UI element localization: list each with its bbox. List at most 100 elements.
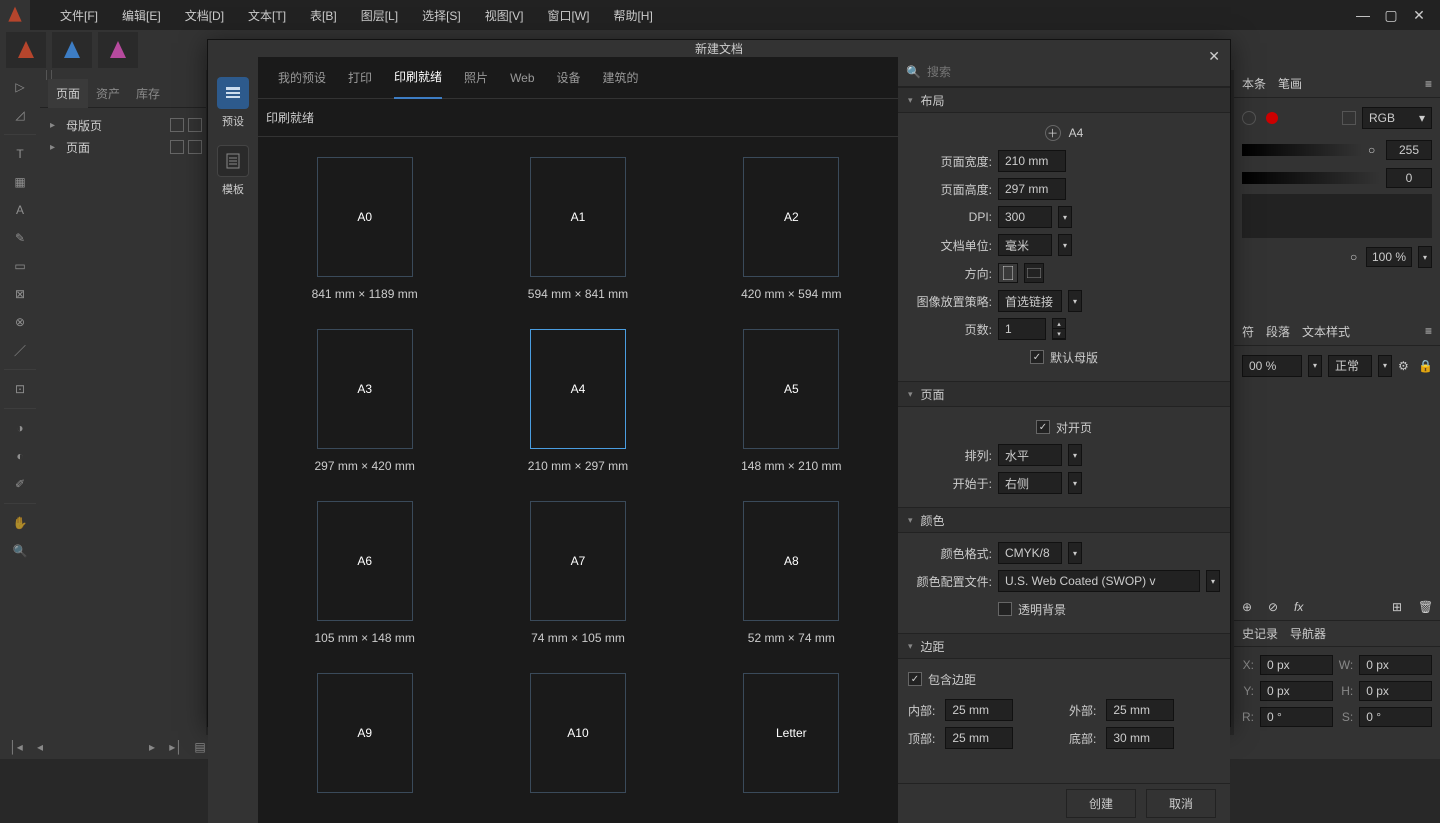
include-margins-checkbox[interactable] <box>908 672 922 686</box>
s-field[interactable]: 0 ° <box>1359 707 1432 727</box>
fx-icon[interactable]: fx <box>1294 600 1308 614</box>
tab-navigator[interactable]: 导航器 <box>1290 625 1326 642</box>
menu-edit[interactable]: 编辑[E] <box>110 1 173 30</box>
node-tool-icon[interactable]: ◿ <box>4 102 36 128</box>
artistic-text-tool-icon[interactable]: A <box>4 197 36 223</box>
section-margins[interactable]: ▾边距 <box>898 633 1230 659</box>
alpha-slider[interactable] <box>1242 144 1362 156</box>
alpha-value[interactable]: 255 <box>1386 140 1432 160</box>
menu-window[interactable]: 窗口[W] <box>535 1 601 30</box>
tab-my-presets[interactable]: 我的预设 <box>278 57 326 98</box>
menu-text[interactable]: 文本[T] <box>236 1 298 30</box>
y-field[interactable]: 0 px <box>1260 681 1333 701</box>
preset-a0[interactable]: A0841 mm × 1189 mm <box>312 157 418 301</box>
cancel-button[interactable]: 取消 <box>1146 789 1216 818</box>
preset-a5[interactable]: A5148 mm × 210 mm <box>741 329 841 473</box>
persona-photo-icon[interactable] <box>98 32 138 68</box>
tab-history[interactable]: 史记录 <box>1242 625 1278 642</box>
tab-assets[interactable]: 资产 <box>88 79 128 108</box>
gear-icon[interactable]: ⚙ <box>1398 359 1412 373</box>
orientation-landscape[interactable] <box>1024 263 1044 283</box>
add-icon[interactable]: ⊞ <box>1392 600 1406 614</box>
fill-tool-icon[interactable]: ◑ <box>4 415 36 441</box>
transparent-bg-checkbox[interactable] <box>998 602 1012 616</box>
prev-page-icon[interactable]: ◂ <box>32 739 48 755</box>
menu-icon[interactable]: ≡ <box>1425 324 1432 338</box>
preset-a4[interactable]: A4210 mm × 297 mm <box>528 329 628 473</box>
x-field[interactable]: 0 px <box>1260 655 1333 675</box>
color-mode-select[interactable]: RGB▾ <box>1362 107 1432 129</box>
opacity-value[interactable]: 100 % <box>1366 247 1412 267</box>
add-preset-button[interactable]: ＋A4 <box>908 119 1220 147</box>
spinner-icon[interactable]: ▴▾ <box>1052 318 1066 340</box>
link-icon[interactable]: ⊘ <box>1268 600 1282 614</box>
first-page-icon[interactable]: │◂ <box>8 739 24 755</box>
last-page-icon[interactable]: ▸│ <box>168 739 184 755</box>
tab-web[interactable]: Web <box>510 59 534 97</box>
blend-select[interactable]: 正常 <box>1328 355 1372 377</box>
preset-letter[interactable]: Letter <box>743 673 839 803</box>
line-tool-icon[interactable]: ／ <box>4 337 36 363</box>
preset-a3[interactable]: A3297 mm × 420 mm <box>314 329 414 473</box>
tree-master-pages[interactable]: ▸ 母版页 <box>44 114 202 136</box>
tab-devices[interactable]: 设备 <box>557 57 581 98</box>
sidebar-presets[interactable]: 预设 <box>217 77 249 129</box>
crop-tool-icon[interactable]: ⊡ <box>4 376 36 402</box>
tab-print[interactable]: 打印 <box>348 57 372 98</box>
dpi-field[interactable]: 300 <box>998 206 1052 228</box>
preset-a10[interactable]: A10 <box>530 673 626 803</box>
image-placement-select[interactable]: 首选链接 <box>998 290 1062 312</box>
page-height-field[interactable]: 297 mm <box>998 178 1066 200</box>
preset-a9[interactable]: A9 <box>317 673 413 803</box>
tab-stroke[interactable]: 笔画 <box>1278 75 1302 92</box>
picture-frame-tool-icon[interactable]: ⊠ <box>4 281 36 307</box>
close-icon[interactable]: ✕ <box>1208 48 1220 65</box>
menu-table[interactable]: 表[B] <box>298 1 349 30</box>
pen-tool-icon[interactable]: ✎ <box>4 225 36 251</box>
tab-stock[interactable]: 库存 <box>128 79 168 108</box>
page-width-field[interactable]: 210 mm <box>998 150 1066 172</box>
preset-a7[interactable]: A774 mm × 105 mm <box>530 501 626 645</box>
zoom-tool-icon[interactable]: 🔍 <box>4 538 36 564</box>
value[interactable]: 0 <box>1386 168 1432 188</box>
facing-pages-checkbox[interactable] <box>1036 420 1050 434</box>
margin-top-field[interactable]: 25 mm <box>945 727 1013 749</box>
tab-color[interactable]: 本条 <box>1242 75 1266 92</box>
menu-help[interactable]: 帮助[H] <box>601 1 664 30</box>
picker-icon[interactable] <box>1242 111 1256 125</box>
preset-a2[interactable]: A2420 mm × 594 mm <box>741 157 841 301</box>
r-field[interactable]: 0 ° <box>1260 707 1333 727</box>
menu-layer[interactable]: 图层[L] <box>349 1 410 30</box>
tab-pages[interactable]: 页面 <box>48 79 88 108</box>
next-page-icon[interactable]: ▸ <box>144 739 160 755</box>
margin-outer-field[interactable]: 25 mm <box>1106 699 1174 721</box>
maximize-icon[interactable]: ▢ <box>1384 8 1398 22</box>
page-layout-icon[interactable]: ▤ <box>192 739 208 755</box>
preset-a8[interactable]: A852 mm × 74 mm <box>743 501 839 645</box>
dropdown-icon[interactable]: ▾ <box>1068 290 1082 312</box>
page-count-field[interactable]: 1 <box>998 318 1046 340</box>
margin-bottom-field[interactable]: 30 mm <box>1106 727 1174 749</box>
tab-character[interactable]: 符 <box>1242 323 1254 340</box>
default-master-checkbox[interactable] <box>1030 350 1044 364</box>
menu-document[interactable]: 文档[D] <box>173 1 236 30</box>
section-layout[interactable]: ▾布局 <box>898 87 1230 113</box>
hand-tool-icon[interactable]: ✋ <box>4 510 36 536</box>
rectangle-tool-icon[interactable]: ▭ <box>4 253 36 279</box>
color-format-select[interactable]: CMYK/8 <box>998 542 1062 564</box>
section-color[interactable]: ▾颜色 <box>898 507 1230 533</box>
dropdown-icon[interactable]: ▾ <box>1058 234 1072 256</box>
persona-publisher-icon[interactable] <box>6 32 46 68</box>
dropdown-icon[interactable]: ▾ <box>1418 246 1432 268</box>
sidebar-templates[interactable]: 模板 <box>217 145 249 197</box>
tab-press-ready[interactable]: 印刷就绪 <box>394 56 442 99</box>
persona-designer-icon[interactable] <box>52 32 92 68</box>
menu-icon[interactable]: ≡ <box>1425 77 1432 91</box>
units-select[interactable]: 毫米 <box>998 234 1052 256</box>
tab-architectural[interactable]: 建筑的 <box>603 57 639 98</box>
ellipse-tool-icon[interactable]: ⊗ <box>4 309 36 335</box>
tab-paragraph[interactable]: 段落 <box>1266 323 1290 340</box>
lock-icon[interactable]: 🔒 <box>1418 359 1432 373</box>
search-field[interactable]: 🔍 <box>898 57 1230 87</box>
margin-inner-field[interactable]: 25 mm <box>945 699 1013 721</box>
